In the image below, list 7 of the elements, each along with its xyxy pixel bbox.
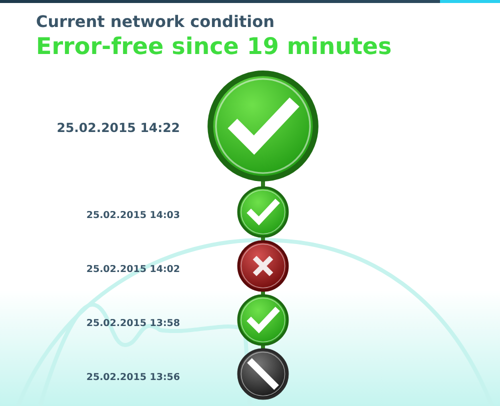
timestamp: 25.02.2015 13:56 (86, 372, 180, 382)
timestamp: 25.02.2015 14:03 (86, 210, 180, 220)
timestamp: 25.02.2015 13:58 (86, 318, 180, 328)
timestamp: 25.02.2015 14:22 (56, 120, 180, 134)
heading: Current network condition (36, 12, 276, 32)
timestamp: 25.02.2015 14:02 (86, 264, 180, 274)
status-text: Error-free since 19 minutes (36, 33, 393, 62)
